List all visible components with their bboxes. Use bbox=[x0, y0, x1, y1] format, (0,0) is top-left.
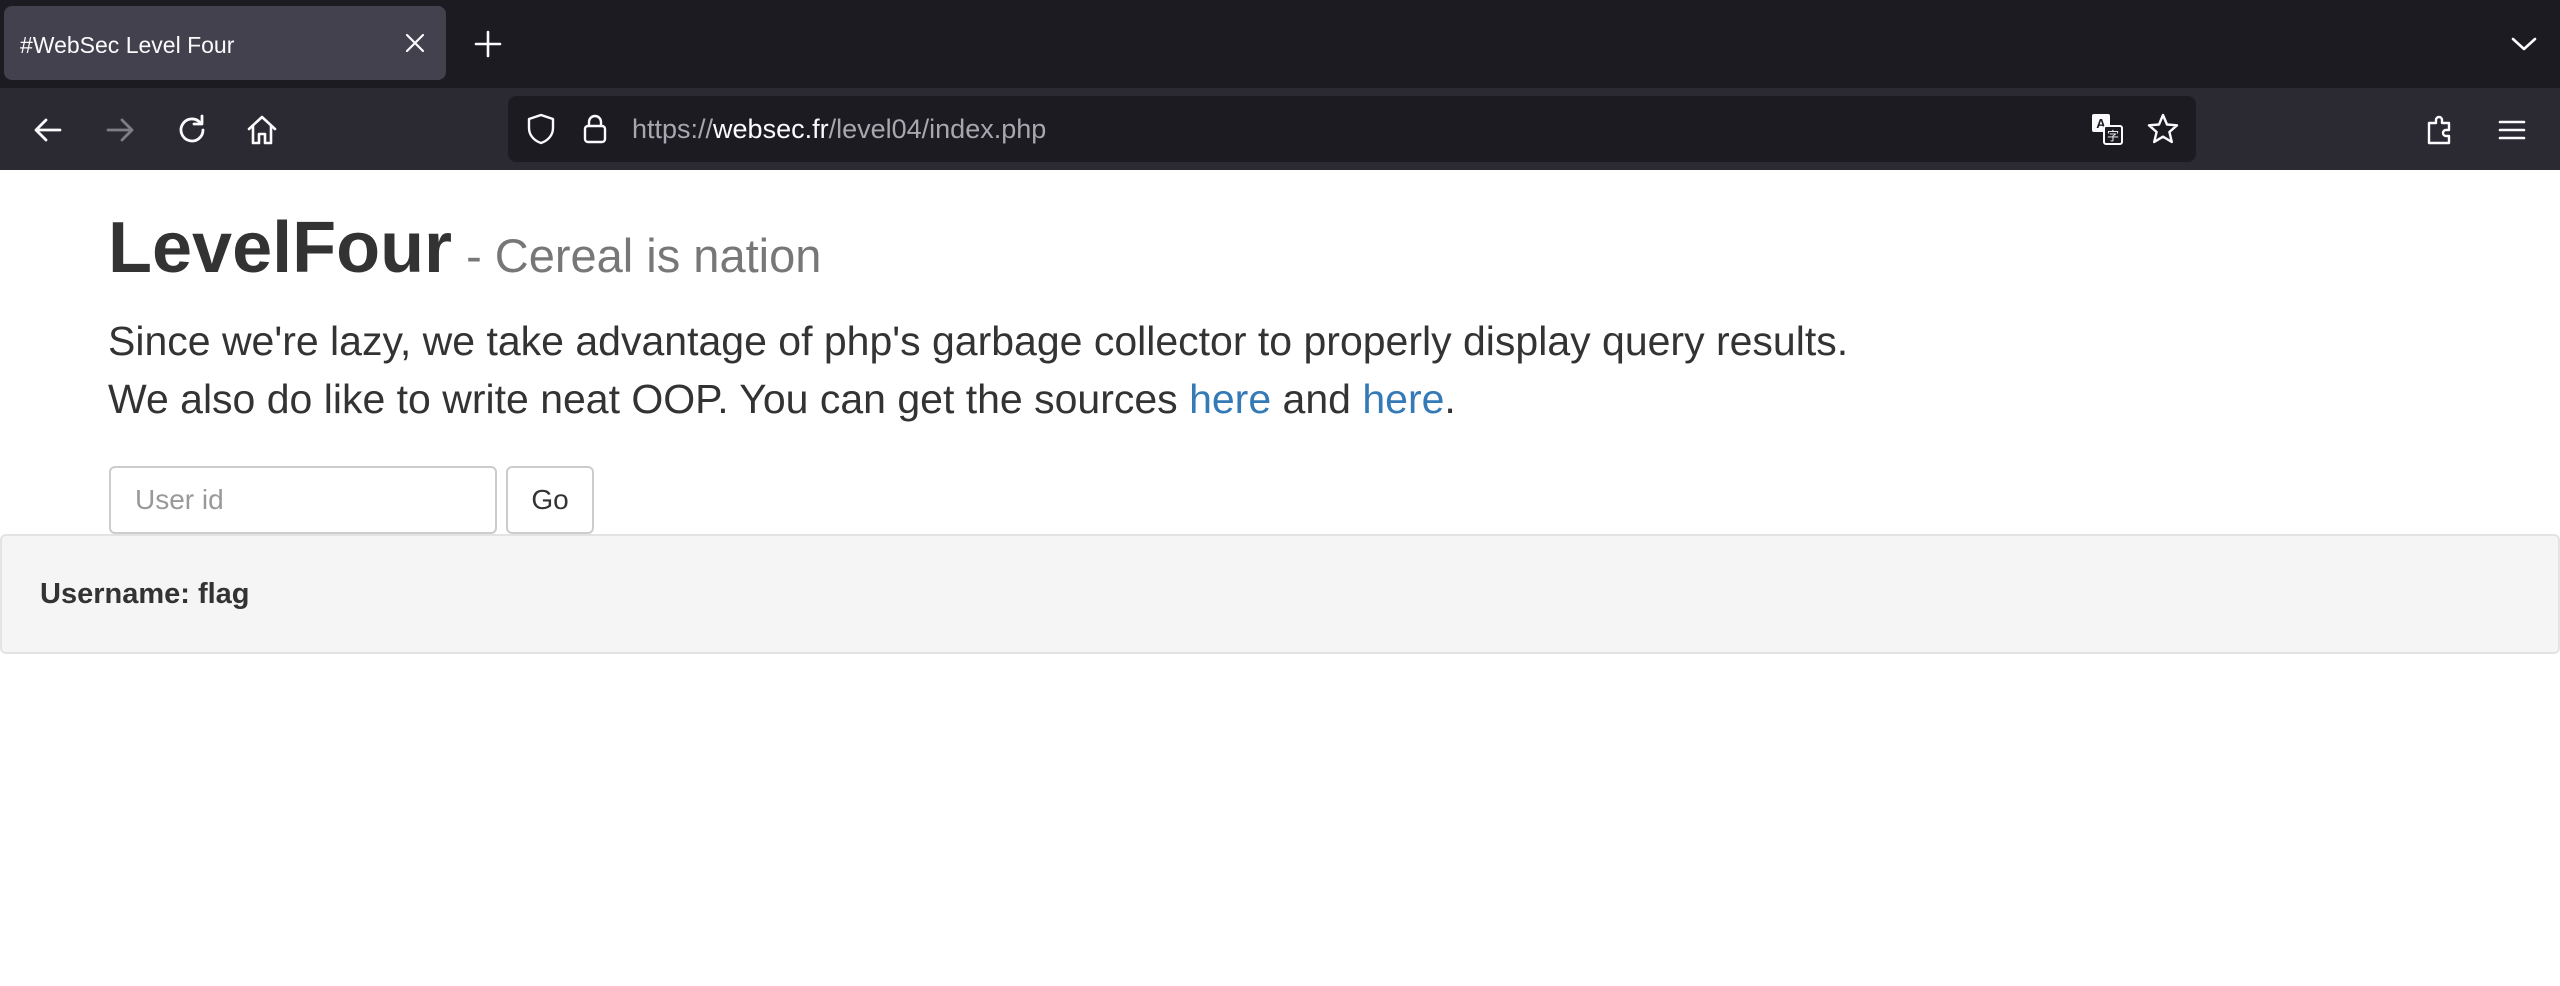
page-title-text: LevelFour bbox=[108, 208, 453, 288]
lead-paragraph: Since we're lazy, we take advantage of p… bbox=[108, 312, 2308, 428]
plus-icon[interactable] bbox=[470, 26, 506, 62]
extensions-icon[interactable] bbox=[2416, 106, 2464, 154]
hamburger-menu-icon[interactable] bbox=[2488, 106, 2536, 154]
close-icon[interactable] bbox=[398, 26, 432, 60]
source-link-1[interactable]: here bbox=[1189, 376, 1271, 422]
go-button[interactable]: Go bbox=[506, 466, 594, 534]
svg-text:字: 字 bbox=[2107, 128, 2119, 143]
lock-icon[interactable] bbox=[576, 110, 614, 148]
url-bar[interactable]: https://websec.fr/level04/index.php A字 bbox=[508, 96, 2196, 162]
tab-title: #WebSec Level Four bbox=[20, 32, 235, 58]
back-arrow-icon[interactable] bbox=[24, 106, 72, 154]
page-subtitle: - Cereal is nation bbox=[466, 229, 822, 282]
lead-and: and bbox=[1271, 376, 1363, 422]
user-id-input[interactable] bbox=[109, 466, 497, 534]
tab-bar: #WebSec Level Four bbox=[0, 0, 2560, 88]
page-title: LevelFour - Cereal is nation bbox=[108, 212, 821, 284]
home-icon[interactable] bbox=[238, 106, 286, 154]
translate-icon[interactable]: A字 bbox=[2088, 110, 2126, 148]
lead-line-1: Since we're lazy, we take advantage of p… bbox=[108, 318, 1849, 364]
lead-line-2: We also do like to write neat OOP. You c… bbox=[108, 376, 1190, 422]
reload-icon[interactable] bbox=[168, 106, 216, 154]
active-tab[interactable]: #WebSec Level Four bbox=[4, 6, 446, 80]
url-domain: websec.fr bbox=[713, 114, 829, 144]
star-icon[interactable] bbox=[2144, 110, 2182, 148]
page-content: LevelFour - Cereal is nation Since we're … bbox=[0, 170, 2560, 986]
result-username: Username: flag bbox=[40, 578, 250, 610]
shield-icon[interactable] bbox=[522, 110, 560, 148]
lead-end: . bbox=[1444, 376, 1456, 422]
url-path: /level04/index.php bbox=[828, 114, 1047, 144]
url-scheme: https:// bbox=[632, 114, 714, 144]
chevron-down-icon[interactable] bbox=[2506, 26, 2542, 62]
result-panel: Username: flag bbox=[0, 534, 2560, 654]
url-text[interactable]: https://websec.fr/level04/index.php bbox=[632, 96, 1046, 162]
forward-arrow-icon[interactable] bbox=[96, 106, 144, 154]
source-link-2[interactable]: here bbox=[1362, 376, 1444, 422]
